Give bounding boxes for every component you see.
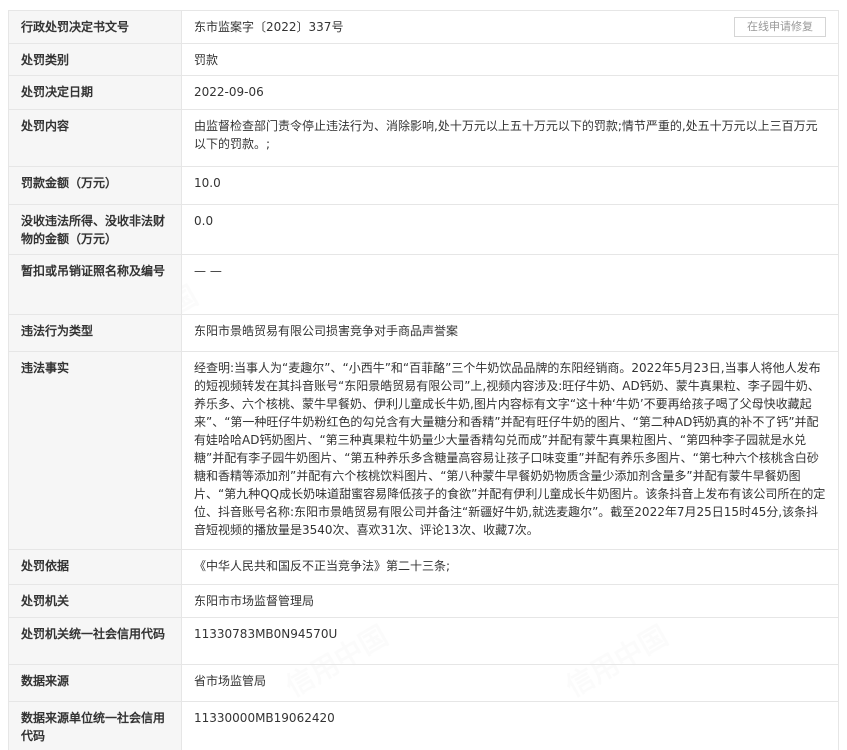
table-row-violation-facts: 违法事实 经查明:当事人为“麦趣尔”、“小西牛”和“百菲酪”三个牛奶饮品品牌的东阳… [8,351,839,550]
row-value-text: 东市监案字〔2022〕337号 [194,20,344,34]
row-value: — — [181,254,839,315]
row-label: 处罚机关统一社会信用代码 [8,617,182,665]
table-row-decision-number: 行政处罚决定书文号 在线申请修复 东市监案字〔2022〕337号 [8,10,839,44]
online-repair-button[interactable]: 在线申请修复 [734,17,826,37]
table-row-penalty-content: 处罚内容 由监督检查部门责令停止违法行为、消除影响,处十万元以上五十万元以下的罚款… [8,109,839,167]
table-row-data-source: 数据来源 省市场监管局 [8,664,839,702]
row-value: 在线申请修复 东市监案字〔2022〕337号 [181,10,839,44]
row-label: 没收违法所得、没收非法财物的金额（万元） [8,204,182,255]
table-row-license-suspension: 暂扣或吊销证照名称及编号 — — [8,254,839,315]
row-label: 处罚内容 [8,109,182,167]
row-value: 《中华人民共和国反不正当竞争法》第二十三条; [181,549,839,585]
row-label: 数据来源单位统一社会信用代码 [8,701,182,750]
row-label: 违法行为类型 [8,314,182,352]
row-value: 2022-09-06 [181,75,839,110]
row-value: 11330000MB19062420 [181,701,839,750]
table-row-violation-type: 违法行为类型 东阳市景皓贸易有限公司损害竞争对手商品声誉案 [8,314,839,352]
table-row-decision-date: 处罚决定日期 2022-09-06 [8,75,839,110]
table-row-penalty-category: 处罚类别 罚款 [8,43,839,76]
table-row-source-credit-code: 数据来源单位统一社会信用代码 11330000MB19062420 [8,701,839,750]
row-label: 处罚依据 [8,549,182,585]
row-value: 罚款 [181,43,839,76]
row-label: 处罚机关 [8,584,182,618]
table-row-fine-amount: 罚款金额（万元） 10.0 [8,166,839,205]
table-row-confiscation-amount: 没收违法所得、没收非法财物的金额（万元） 0.0 [8,204,839,255]
row-value: 11330783MB0N94570U [181,617,839,665]
row-value: 10.0 [181,166,839,205]
row-value: 东阳市市场监督管理局 [181,584,839,618]
row-value: 省市场监管局 [181,664,839,702]
row-label: 数据来源 [8,664,182,702]
row-value: 由监督检查部门责令停止违法行为、消除影响,处十万元以上五十万元以下的罚款;情节严… [181,109,839,167]
table-row-penalty-basis: 处罚依据 《中华人民共和国反不正当竞争法》第二十三条; [8,549,839,585]
row-label: 行政处罚决定书文号 [8,10,182,44]
row-value: 0.0 [181,204,839,255]
penalty-detail-table: 行政处罚决定书文号 在线申请修复 东市监案字〔2022〕337号 处罚类别 罚款 处罚决定… [8,10,839,750]
table-row-authority-credit-code: 处罚机关统一社会信用代码 11330783MB0N94570U [8,617,839,665]
row-value: 经查明:当事人为“麦趣尔”、“小西牛”和“百菲酪”三个牛奶饮品品牌的东阳经销商。… [181,351,839,550]
penalty-detail-panel: 信用中国 信用中国 信用中国 行政处罚决定书文号在线申请修复东市监案字〔2022… [0,0,847,750]
table-row-penalty-authority: 处罚机关 东阳市市场监督管理局 [8,584,839,618]
row-label: 违法事实 [8,351,182,550]
row-label: 处罚决定日期 [8,75,182,110]
row-value: 东阳市景皓贸易有限公司损害竞争对手商品声誉案 [181,314,839,352]
row-label: 暂扣或吊销证照名称及编号 [8,254,182,315]
row-label: 罚款金额（万元） [8,166,182,205]
row-label: 处罚类别 [8,43,182,76]
